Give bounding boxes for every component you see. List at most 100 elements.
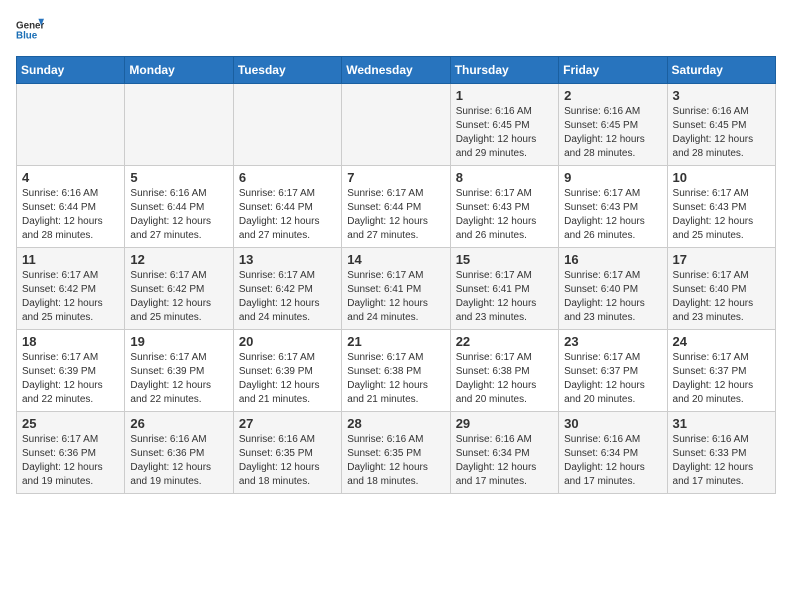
calendar-cell: [342, 84, 450, 166]
day-info: Sunrise: 6:16 AM Sunset: 6:44 PM Dayligh…: [22, 187, 119, 243]
day-info: Sunrise: 6:17 AM Sunset: 6:43 PM Dayligh…: [564, 187, 661, 243]
calendar-week-row: 4 Sunrise: 6:16 AM Sunset: 6:44 PM Daylig…: [17, 166, 776, 248]
calendar-cell: 19 Sunrise: 6:17 AM Sunset: 6:39 PM Dayli…: [125, 330, 233, 412]
calendar-cell: 27 Sunrise: 6:16 AM Sunset: 6:35 PM Dayli…: [233, 412, 341, 494]
day-number: 2: [564, 88, 661, 103]
day-number: 24: [673, 334, 770, 349]
calendar-cell: 29Sunrise: 6:16 AM Sunset: 6:34 PM Dayli…: [450, 412, 558, 494]
day-number: 5: [130, 170, 227, 185]
calendar-cell: 3 Sunrise: 6:16 AM Sunset: 6:45 PM Daylig…: [667, 84, 775, 166]
day-number: 20: [239, 334, 336, 349]
calendar-cell: 18Sunrise: 6:17 AM Sunset: 6:39 PM Dayli…: [17, 330, 125, 412]
calendar-cell: [17, 84, 125, 166]
day-info: Sunrise: 6:16 AM Sunset: 6:44 PM Dayligh…: [130, 187, 227, 243]
column-header-monday: Monday: [125, 57, 233, 84]
day-number: 6: [239, 170, 336, 185]
day-info: Sunrise: 6:16 AM Sunset: 6:36 PM Dayligh…: [130, 433, 227, 489]
day-number: 19: [130, 334, 227, 349]
day-info: Sunrise: 6:17 AM Sunset: 6:42 PM Dayligh…: [130, 269, 227, 325]
day-number: 10: [673, 170, 770, 185]
calendar-cell: 12 Sunrise: 6:17 AM Sunset: 6:42 PM Dayli…: [125, 248, 233, 330]
calendar-cell: [233, 84, 341, 166]
calendar-cell: 10Sunrise: 6:17 AM Sunset: 6:43 PM Dayli…: [667, 166, 775, 248]
day-number: 30: [564, 416, 661, 431]
calendar-cell: 25 Sunrise: 6:17 AM Sunset: 6:36 PM Dayli…: [17, 412, 125, 494]
calendar-cell: 26 Sunrise: 6:16 AM Sunset: 6:36 PM Dayli…: [125, 412, 233, 494]
day-number: 13: [239, 252, 336, 267]
day-number: 1: [456, 88, 553, 103]
generalblue-logo-icon: General Blue: [16, 16, 44, 44]
calendar-cell: 20 Sunrise: 6:17 AM Sunset: 6:39 PM Dayli…: [233, 330, 341, 412]
day-info: Sunrise: 6:17 AM Sunset: 6:41 PM Dayligh…: [456, 269, 553, 325]
day-info: Sunrise: 6:17 AM Sunset: 6:42 PM Dayligh…: [22, 269, 119, 325]
day-info: Sunrise: 6:16 AM Sunset: 6:34 PM Dayligh…: [564, 433, 661, 489]
day-number: 21: [347, 334, 444, 349]
day-number: 15: [456, 252, 553, 267]
day-number: 22: [456, 334, 553, 349]
day-info: Sunrise: 6:17 AM Sunset: 6:40 PM Dayligh…: [564, 269, 661, 325]
calendar-cell: 2 Sunrise: 6:16 AM Sunset: 6:45 PM Daylig…: [559, 84, 667, 166]
day-info: Sunrise: 6:16 AM Sunset: 6:45 PM Dayligh…: [564, 105, 661, 161]
day-info: Sunrise: 6:17 AM Sunset: 6:38 PM Dayligh…: [347, 351, 444, 407]
calendar-cell: 11 Sunrise: 6:17 AM Sunset: 6:42 PM Dayli…: [17, 248, 125, 330]
calendar-cell: 31Sunrise: 6:16 AM Sunset: 6:33 PM Dayli…: [667, 412, 775, 494]
day-number: 26: [130, 416, 227, 431]
day-info: Sunrise: 6:16 AM Sunset: 6:35 PM Dayligh…: [347, 433, 444, 489]
calendar-cell: 22 Sunrise: 6:17 AM Sunset: 6:38 PM Dayli…: [450, 330, 558, 412]
day-number: 4: [22, 170, 119, 185]
calendar-cell: 8 Sunrise: 6:17 AM Sunset: 6:43 PM Daylig…: [450, 166, 558, 248]
day-number: 7: [347, 170, 444, 185]
calendar-cell: 5 Sunrise: 6:16 AM Sunset: 6:44 PM Daylig…: [125, 166, 233, 248]
day-info: Sunrise: 6:17 AM Sunset: 6:36 PM Dayligh…: [22, 433, 119, 489]
calendar-cell: 6 Sunrise: 6:17 AM Sunset: 6:44 PM Daylig…: [233, 166, 341, 248]
calendar-cell: 1 Sunrise: 6:16 AM Sunset: 6:45 PM Daylig…: [450, 84, 558, 166]
day-info: Sunrise: 6:17 AM Sunset: 6:37 PM Dayligh…: [673, 351, 770, 407]
day-info: Sunrise: 6:17 AM Sunset: 6:42 PM Dayligh…: [239, 269, 336, 325]
logo: General Blue: [16, 16, 44, 44]
day-info: Sunrise: 6:17 AM Sunset: 6:39 PM Dayligh…: [22, 351, 119, 407]
calendar-cell: 21 Sunrise: 6:17 AM Sunset: 6:38 PM Dayli…: [342, 330, 450, 412]
calendar-week-row: 1 Sunrise: 6:16 AM Sunset: 6:45 PM Daylig…: [17, 84, 776, 166]
calendar-cell: 13 Sunrise: 6:17 AM Sunset: 6:42 PM Dayli…: [233, 248, 341, 330]
day-number: 29: [456, 416, 553, 431]
day-info: Sunrise: 6:16 AM Sunset: 6:45 PM Dayligh…: [456, 105, 553, 161]
day-number: 11: [22, 252, 119, 267]
day-info: Sunrise: 6:16 AM Sunset: 6:35 PM Dayligh…: [239, 433, 336, 489]
day-number: 31: [673, 416, 770, 431]
day-number: 14: [347, 252, 444, 267]
day-info: Sunrise: 6:17 AM Sunset: 6:43 PM Dayligh…: [456, 187, 553, 243]
day-number: 28: [347, 416, 444, 431]
day-number: 16: [564, 252, 661, 267]
day-info: Sunrise: 6:17 AM Sunset: 6:41 PM Dayligh…: [347, 269, 444, 325]
calendar-cell: 9Sunrise: 6:17 AM Sunset: 6:43 PM Daylig…: [559, 166, 667, 248]
day-info: Sunrise: 6:17 AM Sunset: 6:44 PM Dayligh…: [239, 187, 336, 243]
day-number: 8: [456, 170, 553, 185]
day-info: Sunrise: 6:17 AM Sunset: 6:39 PM Dayligh…: [239, 351, 336, 407]
day-number: 25: [22, 416, 119, 431]
day-info: Sunrise: 6:17 AM Sunset: 6:38 PM Dayligh…: [456, 351, 553, 407]
calendar-week-row: 11 Sunrise: 6:17 AM Sunset: 6:42 PM Dayli…: [17, 248, 776, 330]
calendar-table: SundayMondayTuesdayWednesdayThursdayFrid…: [16, 56, 776, 494]
column-header-tuesday: Tuesday: [233, 57, 341, 84]
day-number: 27: [239, 416, 336, 431]
calendar-cell: 17Sunrise: 6:17 AM Sunset: 6:40 PM Dayli…: [667, 248, 775, 330]
calendar-cell: 28 Sunrise: 6:16 AM Sunset: 6:35 PM Dayli…: [342, 412, 450, 494]
calendar-cell: 15 Sunrise: 6:17 AM Sunset: 6:41 PM Dayli…: [450, 248, 558, 330]
column-header-friday: Friday: [559, 57, 667, 84]
calendar-cell: [125, 84, 233, 166]
calendar-cell: 14 Sunrise: 6:17 AM Sunset: 6:41 PM Dayli…: [342, 248, 450, 330]
day-info: Sunrise: 6:16 AM Sunset: 6:45 PM Dayligh…: [673, 105, 770, 161]
day-number: 12: [130, 252, 227, 267]
day-info: Sunrise: 6:17 AM Sunset: 6:37 PM Dayligh…: [564, 351, 661, 407]
column-header-thursday: Thursday: [450, 57, 558, 84]
calendar-header-row: SundayMondayTuesdayWednesdayThursdayFrid…: [17, 57, 776, 84]
day-info: Sunrise: 6:17 AM Sunset: 6:44 PM Dayligh…: [347, 187, 444, 243]
column-header-saturday: Saturday: [667, 57, 775, 84]
day-number: 3: [673, 88, 770, 103]
day-info: Sunrise: 6:17 AM Sunset: 6:39 PM Dayligh…: [130, 351, 227, 407]
svg-text:Blue: Blue: [16, 30, 38, 41]
calendar-cell: 16 Sunrise: 6:17 AM Sunset: 6:40 PM Dayli…: [559, 248, 667, 330]
calendar-cell: 30 Sunrise: 6:16 AM Sunset: 6:34 PM Dayli…: [559, 412, 667, 494]
calendar-cell: 7 Sunrise: 6:17 AM Sunset: 6:44 PM Daylig…: [342, 166, 450, 248]
calendar-cell: 24 Sunrise: 6:17 AM Sunset: 6:37 PM Dayli…: [667, 330, 775, 412]
